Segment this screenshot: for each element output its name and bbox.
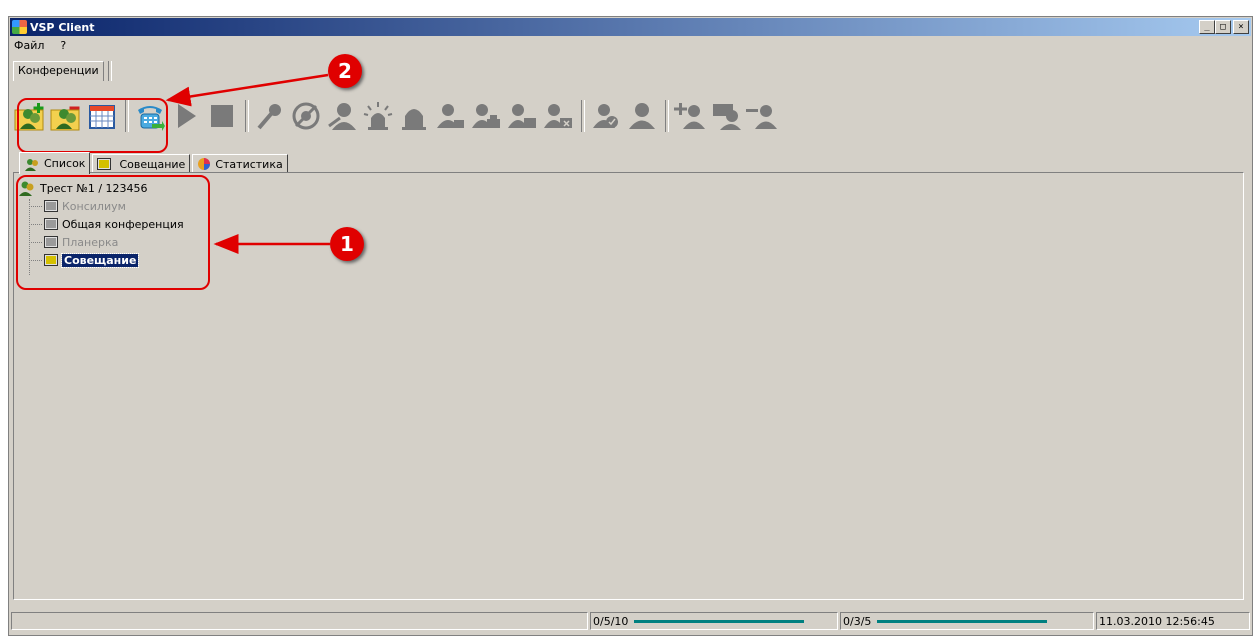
tab-list[interactable]: Список xyxy=(19,152,91,174)
annotation-arrows xyxy=(165,73,330,254)
annotation-marker-1: 1 xyxy=(330,227,364,261)
annotation-marker-2: 2 xyxy=(328,54,362,88)
tab-list-label: Список xyxy=(44,157,86,170)
annotation-arrow-2 xyxy=(165,73,329,107)
conference-list-icon xyxy=(25,158,38,171)
